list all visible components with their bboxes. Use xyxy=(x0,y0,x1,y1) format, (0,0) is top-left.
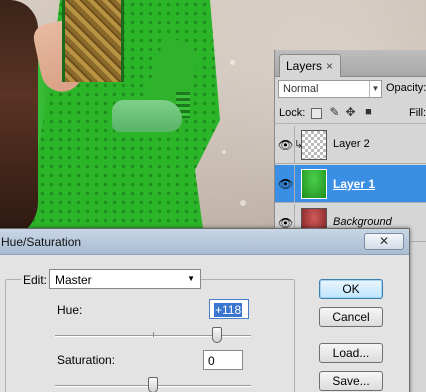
close-icon: ✕ xyxy=(378,234,390,248)
lock-image-brush-icon[interactable]: ✎ xyxy=(329,106,340,119)
ok-button[interactable]: OK xyxy=(319,279,383,299)
saturation-value: 0 xyxy=(208,354,215,368)
edit-label: Edit: xyxy=(21,273,50,287)
lock-transparency-icon[interactable] xyxy=(311,108,322,119)
lock-all-icon[interactable]: ■ xyxy=(363,107,374,119)
close-icon[interactable]: × xyxy=(326,59,333,73)
hue-value: +118 xyxy=(214,303,243,317)
saturation-input[interactable]: 0 xyxy=(203,350,243,370)
blend-row: Normal ▼ Opacity: xyxy=(275,80,426,100)
layer-thumbnail xyxy=(301,130,327,160)
hue-saturation-dialog: Hue/Saturation ✕ Edit: Master ▼ Hue: +11… xyxy=(0,228,410,392)
visibility-toggle[interactable]: 👁 xyxy=(275,126,295,164)
eye-icon: 👁 xyxy=(278,138,294,152)
bokeh-dot xyxy=(240,200,246,206)
layer-name[interactable]: Layer 2 xyxy=(333,138,370,150)
hue-slider-center-tick xyxy=(153,332,154,337)
blend-mode-select[interactable]: Normal ▼ xyxy=(278,80,382,98)
dialog-title: Hue/Saturation xyxy=(1,235,82,249)
dialog-title-bar[interactable]: Hue/Saturation ✕ xyxy=(0,229,409,255)
layer-name[interactable]: Background xyxy=(333,216,392,228)
save-button[interactable]: Save... xyxy=(319,371,383,391)
layer-name[interactable]: Layer 1 xyxy=(333,177,375,191)
hue-label: Hue: xyxy=(57,303,83,317)
close-button[interactable]: ✕ xyxy=(364,233,404,250)
lock-label: Lock: xyxy=(279,107,306,119)
lock-position-move-icon[interactable]: ✥ xyxy=(345,106,356,119)
saturation-slider-thumb[interactable] xyxy=(148,377,158,392)
layer-row-layer-1[interactable]: 👁 Layer 1 xyxy=(275,165,426,203)
load-button[interactable]: Load... xyxy=(319,343,383,363)
cancel-button[interactable]: Cancel xyxy=(319,307,383,327)
tab-layers-label: Layers xyxy=(286,59,323,73)
edit-channel-select[interactable]: Master ▼ xyxy=(49,269,201,289)
visibility-toggle[interactable]: 👁 xyxy=(275,165,295,203)
eye-icon: 👁 xyxy=(278,177,294,191)
layer-row-layer-2[interactable]: 👁 ↳ Layer 2 xyxy=(275,126,426,164)
green-tinted-hand xyxy=(112,100,182,132)
hue-input[interactable]: +118 xyxy=(209,299,249,319)
bokeh-dot xyxy=(222,150,226,154)
bokeh-dot xyxy=(230,60,235,65)
chevron-down-icon: ▼ xyxy=(369,81,381,97)
lock-row: Lock: ✎ ✥ ■ Fill: xyxy=(275,104,426,124)
blend-mode-value: Normal xyxy=(283,83,319,95)
edit-channel-value: Master xyxy=(55,273,92,287)
saturation-label: Saturation: xyxy=(57,353,116,367)
layer-thumbnail xyxy=(301,169,327,199)
hue-slider-thumb[interactable] xyxy=(212,327,223,343)
embroidered-yoke xyxy=(62,0,124,82)
chevron-down-icon: ▼ xyxy=(187,274,195,283)
tab-layers[interactable]: Layers × xyxy=(279,54,341,77)
opacity-label: Opacity: xyxy=(386,82,426,94)
fill-label: Fill: xyxy=(409,107,426,119)
hair xyxy=(0,0,38,240)
panel-tab-bar: Layers × xyxy=(275,50,426,77)
